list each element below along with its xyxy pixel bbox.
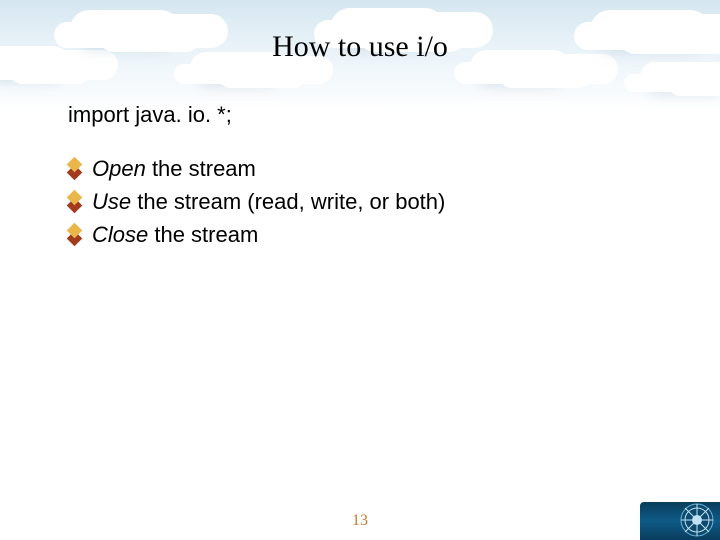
bullet-text: the stream [148,222,258,247]
bullet-text: the stream (read, write, or both) [131,189,445,214]
diamond-bullet-icon [66,194,82,210]
bullet-emphasis: Close [92,222,148,247]
page-number: 13 [0,512,720,530]
bullet-text: the stream [146,156,256,181]
slide-content: How to use i/o import java. io. *; Open … [0,0,720,540]
slide-footer: 13 [0,500,720,540]
import-statement: import java. io. *; [68,102,660,128]
list-item: Close the stream [64,220,660,251]
bullet-list: Open the stream Use the stream (read, wr… [64,154,660,250]
list-item: Use the stream (read, write, or both) [64,187,660,218]
bullet-emphasis: Use [92,189,131,214]
list-item: Open the stream [64,154,660,185]
slide-title: How to use i/o [60,30,660,64]
diamond-bullet-icon [66,227,82,243]
bullet-emphasis: Open [92,156,146,181]
university-seal-icon [680,503,714,537]
diamond-bullet-icon [66,161,82,177]
